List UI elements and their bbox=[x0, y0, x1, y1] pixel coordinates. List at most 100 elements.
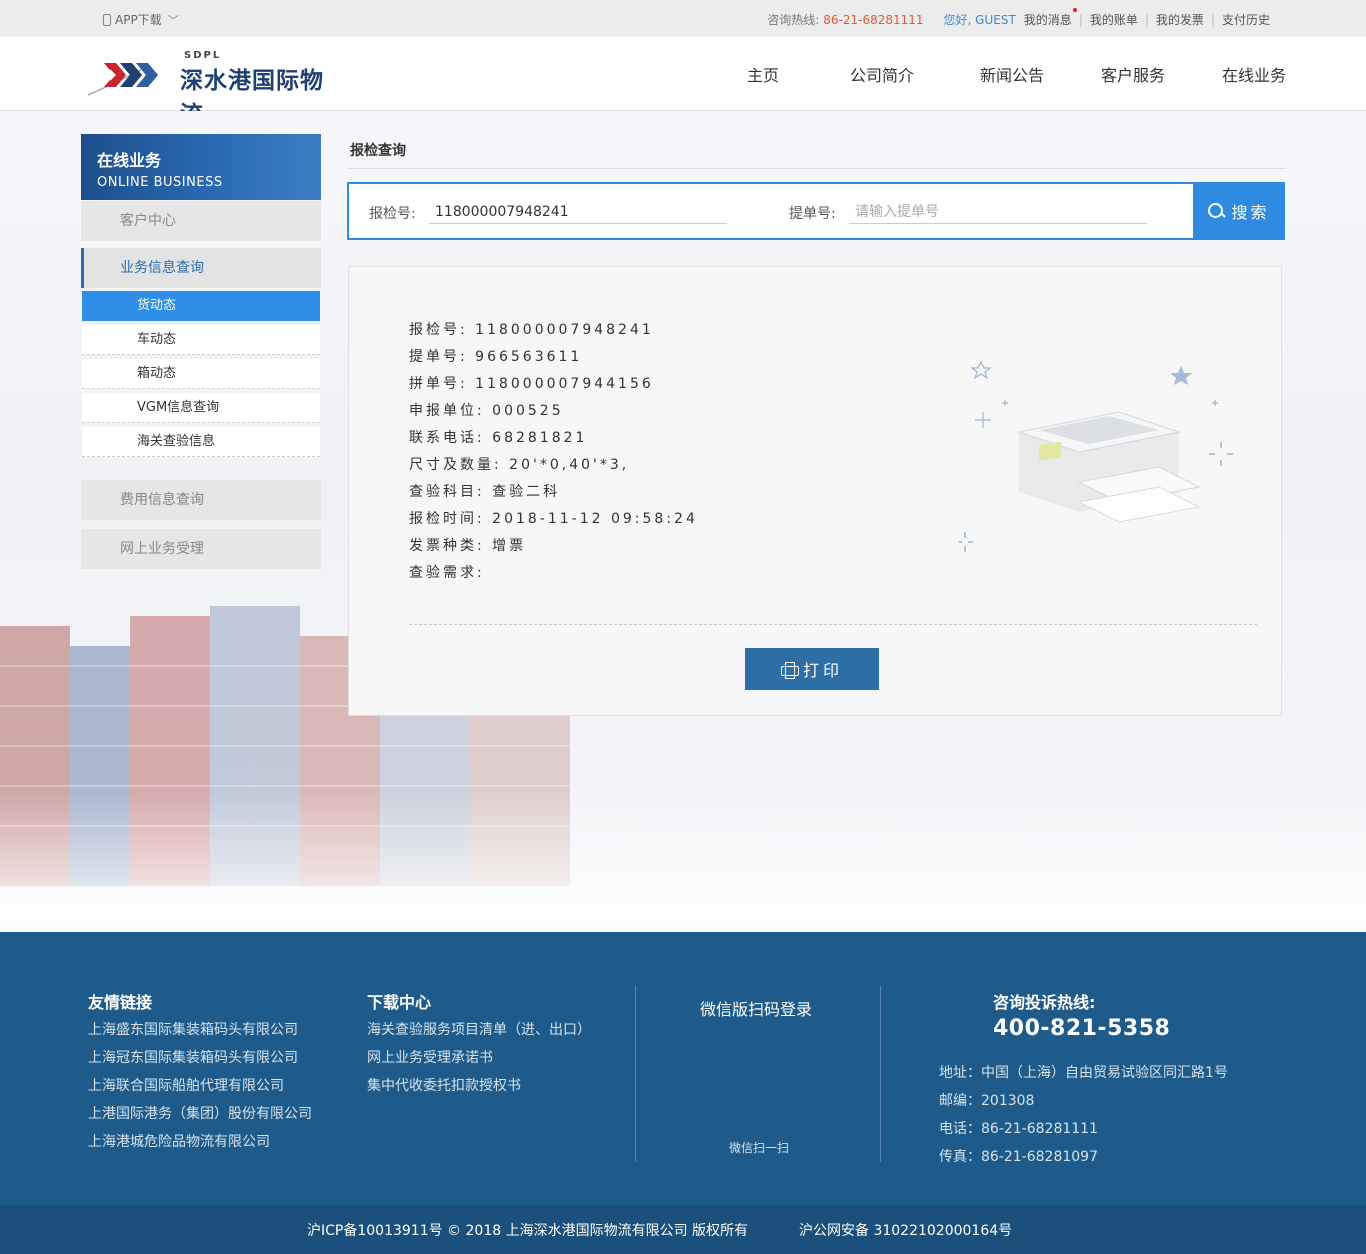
print-button-label: 打印 bbox=[802, 661, 843, 680]
unread-dot-icon bbox=[1072, 8, 1077, 12]
police-record[interactable]: 沪公网安备 31022102000164号 bbox=[799, 1220, 1012, 1240]
sidebar-item-box-status[interactable]: 箱动态 bbox=[82, 359, 320, 389]
icp-record[interactable]: 沪ICP备10013911号 © 2018 上海深水港国际物流有限公司 版权所有 bbox=[307, 1220, 748, 1240]
result-row: 尺寸及数量: 20'*0,40'*3, bbox=[409, 452, 698, 479]
footer-fax: 传真：86-21-68281097 bbox=[939, 1149, 1098, 1165]
sidebar-section-online-accept[interactable]: 网上业务受理 bbox=[81, 529, 321, 569]
sidebar-header: 在线业务 ONLINE BUSINESS bbox=[81, 134, 321, 200]
top-bar-right: 咨询热线: 86-21-68281111 您好, GUEST 我的消息 | 我的… bbox=[767, 8, 1270, 28]
result-label: 查验需求: bbox=[409, 565, 485, 581]
search-form: 报检号: 提单号: 搜索 bbox=[347, 182, 1285, 240]
search-button-label: 搜索 bbox=[1231, 203, 1270, 222]
nav-news[interactable]: 新闻公告 bbox=[980, 62, 1044, 86]
nav-online-business[interactable]: 在线业务 bbox=[1222, 62, 1286, 86]
complaint-hotline-title: 咨询投诉热线: bbox=[993, 993, 1096, 1012]
result-row: 提单号: 966563611 bbox=[409, 344, 698, 371]
friend-link[interactable]: 上海港城危险品物流有限公司 bbox=[88, 1131, 270, 1151]
bill-of-lading-input[interactable] bbox=[849, 200, 1147, 224]
wechat-scan-caption: 微信扫一扫 bbox=[729, 1141, 790, 1155]
my-bills-link[interactable]: 我的账单 bbox=[1090, 11, 1138, 28]
wechat-login-title: 微信版扫码登录 bbox=[700, 1000, 813, 1019]
top-bar: APP下载 ﹀ 咨询热线: 86-21-68281111 您好, GUEST 我… bbox=[0, 0, 1366, 37]
result-row: 报检号: 118000007948241 bbox=[409, 317, 698, 344]
greeting-user[interactable]: 您好, GUEST bbox=[944, 11, 1016, 28]
result-value: 68281821 bbox=[492, 430, 588, 446]
result-card: 报检号: 118000007948241 提单号: 966563611 拼单号:… bbox=[348, 266, 1282, 716]
my-invoices-link[interactable]: 我的发票 bbox=[1156, 11, 1204, 28]
friend-link[interactable]: 上海冠东国际集装箱码头有限公司 bbox=[88, 1047, 298, 1067]
divider: | bbox=[1144, 12, 1149, 27]
result-label: 报检号: bbox=[409, 322, 468, 338]
logo-mark-icon bbox=[87, 63, 158, 96]
result-row: 发票种类: 增票 bbox=[409, 533, 698, 560]
result-row: 拼单号: 118000007944156 bbox=[409, 371, 698, 398]
nav-home[interactable]: 主页 bbox=[747, 62, 779, 86]
footer-postcode: 邮编：201308 bbox=[939, 1093, 1035, 1109]
download-center-title: 下载中心 bbox=[367, 993, 432, 1012]
result-label: 尺寸及数量: bbox=[409, 457, 502, 473]
friend-link[interactable]: 上港国际港务（集团）股份有限公司 bbox=[88, 1103, 312, 1123]
result-divider bbox=[409, 624, 1257, 625]
divider: | bbox=[1078, 12, 1083, 27]
footer-address: 地址：中国（上海）自由贸易试验区同汇路1号 bbox=[939, 1065, 1228, 1081]
result-value: 118000007944156 bbox=[475, 376, 654, 392]
result-row: 查验需求: bbox=[409, 560, 698, 587]
sidebar-title-en: ONLINE BUSINESS bbox=[97, 175, 223, 190]
app-download-label: APP下载 bbox=[115, 13, 162, 27]
result-label: 拼单号: bbox=[409, 376, 468, 392]
result-label: 发票种类: bbox=[409, 538, 485, 554]
result-label: 联系电话: bbox=[409, 430, 485, 446]
nav-about[interactable]: 公司简介 bbox=[850, 62, 914, 86]
divider: | bbox=[1210, 12, 1215, 27]
sidebar-section-business-query[interactable]: 业务信息查询 bbox=[81, 248, 321, 288]
site-header: SDPL 深水港国际物流 主页 公司简介 新闻公告 客户服务 在线业务 bbox=[0, 37, 1366, 128]
search-button[interactable]: 搜索 bbox=[1193, 182, 1285, 240]
result-value: 000525 bbox=[492, 403, 564, 419]
bill-of-lading-label: 提单号: bbox=[789, 206, 836, 222]
app-download-link[interactable]: APP下载 ﹀ bbox=[103, 11, 179, 28]
result-label: 报检时间: bbox=[409, 511, 485, 527]
result-list: 报检号: 118000007948241 提单号: 966563611 拼单号:… bbox=[409, 317, 698, 587]
download-link[interactable]: 网上业务受理承诺书 bbox=[367, 1047, 493, 1067]
result-value: 118000007948241 bbox=[475, 322, 654, 338]
download-link[interactable]: 海关查验服务项目清单（进、出口） bbox=[367, 1019, 591, 1039]
sidebar-item-cargo-status[interactable]: 货动态 bbox=[82, 291, 320, 321]
result-row: 申报单位: 000525 bbox=[409, 398, 698, 425]
print-button[interactable]: 打印 bbox=[745, 648, 879, 690]
result-value: 2018-11-12 09:58:24 bbox=[492, 511, 698, 527]
mobile-phone-icon bbox=[103, 13, 111, 26]
payment-history-link[interactable]: 支付历史 bbox=[1222, 11, 1270, 28]
friend-link[interactable]: 上海盛东国际集装箱码头有限公司 bbox=[88, 1019, 298, 1039]
result-label: 提单号: bbox=[409, 349, 468, 365]
chevron-down-icon: ﹀ bbox=[167, 13, 179, 27]
footer-divider bbox=[880, 986, 881, 1162]
friend-links-title: 友情链接 bbox=[88, 993, 153, 1012]
download-link[interactable]: 集中代收委托扣款授权书 bbox=[367, 1075, 521, 1095]
printer-icon bbox=[780, 661, 799, 679]
sidebar-section-customer-center[interactable]: 客户中心 bbox=[81, 201, 321, 241]
background-fade bbox=[0, 791, 1366, 932]
result-value: 查验二科 bbox=[492, 484, 561, 500]
nav-customer-service[interactable]: 客户服务 bbox=[1101, 62, 1165, 86]
hotline-number: 86-21-68281111 bbox=[823, 12, 924, 27]
my-messages-link[interactable]: 我的消息 bbox=[1024, 8, 1077, 28]
hotline-label: 咨询热线: bbox=[767, 13, 820, 27]
result-label: 查验科目: bbox=[409, 484, 485, 500]
sidebar-item-truck-status[interactable]: 车动态 bbox=[82, 325, 320, 355]
logo-en-text: SDPL bbox=[184, 50, 222, 61]
site-footer: 友情链接 上海盛东国际集装箱码头有限公司 上海冠东国际集装箱码头有限公司 上海联… bbox=[0, 932, 1366, 1205]
friend-link[interactable]: 上海联合国际船舶代理有限公司 bbox=[88, 1075, 284, 1095]
printer-illustration bbox=[959, 360, 1233, 552]
footer-phone: 电话：86-21-68281111 bbox=[939, 1121, 1098, 1137]
result-label: 申报单位: bbox=[409, 403, 485, 419]
company-logo[interactable]: SDPL 深水港国际物流 bbox=[86, 49, 346, 128]
sidebar-title-cn: 在线业务 bbox=[97, 151, 162, 170]
search-icon bbox=[1208, 202, 1225, 220]
sidebar-item-vgm-query[interactable]: VGM信息查询 bbox=[82, 393, 320, 423]
inspection-number-input[interactable] bbox=[429, 200, 727, 224]
result-row: 查验科目: 查验二科 bbox=[409, 479, 698, 506]
complaint-hotline-number: 400-821-5358 bbox=[993, 1016, 1171, 1041]
sidebar-section-fee-query[interactable]: 费用信息查询 bbox=[81, 480, 321, 520]
sidebar-item-customs-inspection[interactable]: 海关查验信息 bbox=[82, 427, 320, 457]
result-value: 增票 bbox=[492, 538, 527, 554]
